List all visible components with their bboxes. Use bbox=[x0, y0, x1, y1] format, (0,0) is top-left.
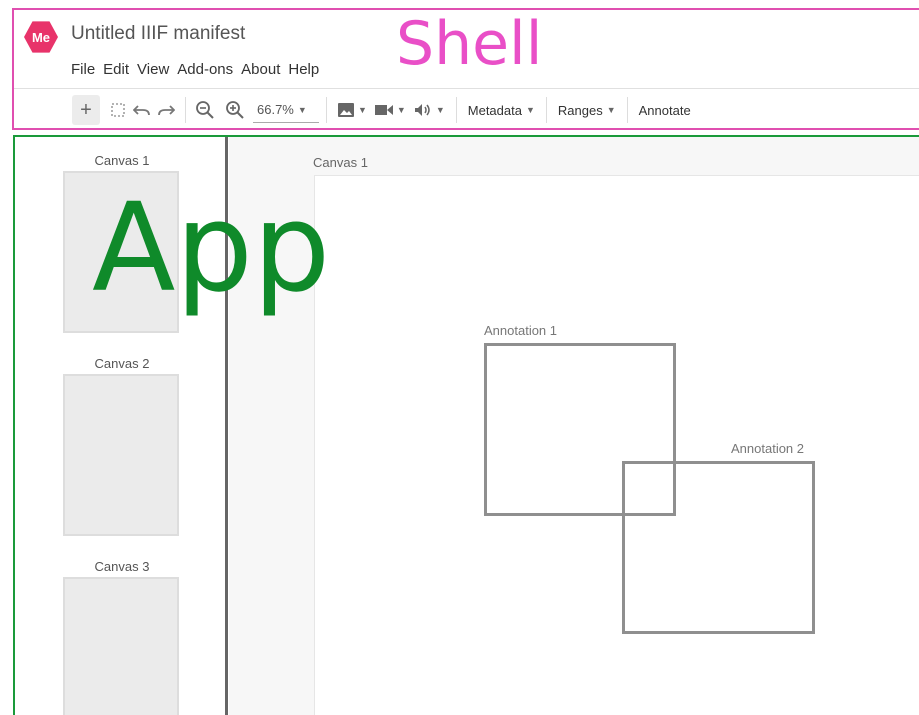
add-button[interactable]: + bbox=[72, 95, 100, 125]
canvas-thumbnail[interactable]: Canvas 1 bbox=[63, 153, 181, 333]
canvas-title: Canvas 1 bbox=[313, 155, 368, 170]
annotation-label: Annotation 1 bbox=[484, 323, 558, 338]
menu-about[interactable]: About bbox=[241, 61, 280, 78]
menu-help[interactable]: Help bbox=[288, 61, 319, 78]
add-video-dropdown[interactable]: ▼ bbox=[371, 95, 410, 125]
canvas-thumbnail-label: Canvas 2 bbox=[94, 356, 150, 371]
zoom-value: 66.7% bbox=[257, 102, 294, 117]
menu-view[interactable]: View bbox=[137, 61, 169, 78]
toolbar-divider bbox=[185, 97, 186, 123]
toolbar: + 66.7% ▼ ▼ ▼ ▼ Metadata ▼ Ranges ▼ Anno… bbox=[14, 88, 919, 131]
redo-icon bbox=[158, 105, 175, 116]
undo-button[interactable] bbox=[130, 95, 154, 125]
select-region-button[interactable] bbox=[106, 95, 130, 125]
canvas-thumbnail-preview bbox=[63, 577, 179, 715]
chevron-down-icon: ▼ bbox=[396, 105, 406, 115]
chevron-down-icon: ▼ bbox=[358, 105, 367, 115]
metadata-label: Metadata bbox=[467, 102, 522, 118]
annotation-label: Annotation 2 bbox=[731, 441, 805, 456]
annotate-label: Annotate bbox=[638, 102, 691, 118]
menu-file[interactable]: File bbox=[71, 61, 95, 78]
chevron-down-icon: ▼ bbox=[435, 105, 445, 115]
canvas-thumbnail-label: Canvas 3 bbox=[94, 559, 150, 574]
undo-icon bbox=[133, 105, 150, 116]
ranges-menu-button[interactable]: Ranges ▼ bbox=[554, 95, 620, 125]
metadata-menu-button[interactable]: Metadata ▼ bbox=[464, 95, 539, 125]
canvas-workspace: Canvas 1 Annotation 1 Annotation 2 bbox=[229, 137, 919, 715]
canvas-thumbnail[interactable]: Canvas 2 bbox=[63, 356, 181, 536]
canvas-thumbnail[interactable]: Canvas 3 bbox=[63, 559, 181, 715]
app-logo: Me bbox=[24, 21, 58, 53]
canvas-thumbnail-preview bbox=[63, 171, 179, 333]
chevron-down-icon: ▼ bbox=[297, 104, 307, 115]
canvas-thumbnail-preview bbox=[63, 374, 179, 536]
annotation-box[interactable] bbox=[622, 461, 815, 634]
dashed-rectangle-icon bbox=[111, 103, 125, 117]
chevron-down-icon: ▼ bbox=[606, 105, 616, 115]
add-audio-dropdown[interactable]: ▼ bbox=[410, 95, 449, 125]
zoom-out-button[interactable] bbox=[193, 95, 217, 125]
canvas-thumbnail-label: Canvas 1 bbox=[94, 153, 150, 168]
audio-icon bbox=[414, 104, 430, 116]
canvas-thumbnail-panel: Canvas 1 Canvas 2 Canvas 3 bbox=[15, 137, 228, 715]
document-title[interactable]: Untitled IIIF manifest bbox=[71, 23, 245, 45]
chevron-down-icon: ▼ bbox=[525, 105, 535, 115]
shell-region: Me Untitled IIIF manifest File Edit View… bbox=[12, 8, 919, 130]
zoom-out-icon bbox=[196, 101, 214, 119]
menu-edit[interactable]: Edit bbox=[103, 61, 129, 78]
ranges-label: Ranges bbox=[557, 102, 603, 118]
toolbar-divider bbox=[326, 97, 327, 123]
menu-bar: File Edit View Add-ons About Help bbox=[71, 61, 319, 78]
toolbar-divider bbox=[455, 97, 457, 123]
plus-icon: + bbox=[80, 98, 92, 121]
video-icon bbox=[374, 105, 393, 115]
redo-button[interactable] bbox=[154, 95, 178, 125]
annotate-button[interactable]: Annotate bbox=[635, 95, 695, 125]
toolbar-divider bbox=[626, 97, 628, 123]
zoom-in-icon bbox=[226, 101, 244, 119]
zoom-select[interactable]: 66.7% ▼ bbox=[253, 97, 319, 123]
canvas-area[interactable]: Annotation 1 Annotation 2 bbox=[314, 175, 919, 715]
zoom-in-button[interactable] bbox=[223, 95, 247, 125]
menu-add-ons[interactable]: Add-ons bbox=[177, 61, 233, 78]
add-image-dropdown[interactable]: ▼ bbox=[334, 95, 371, 125]
shell-region-label: Shell bbox=[396, 9, 543, 79]
app-region: Canvas 1 Canvas 2 Canvas 3 Canvas 1 Anno… bbox=[13, 135, 919, 715]
image-icon bbox=[338, 103, 354, 117]
toolbar-divider bbox=[545, 97, 547, 123]
